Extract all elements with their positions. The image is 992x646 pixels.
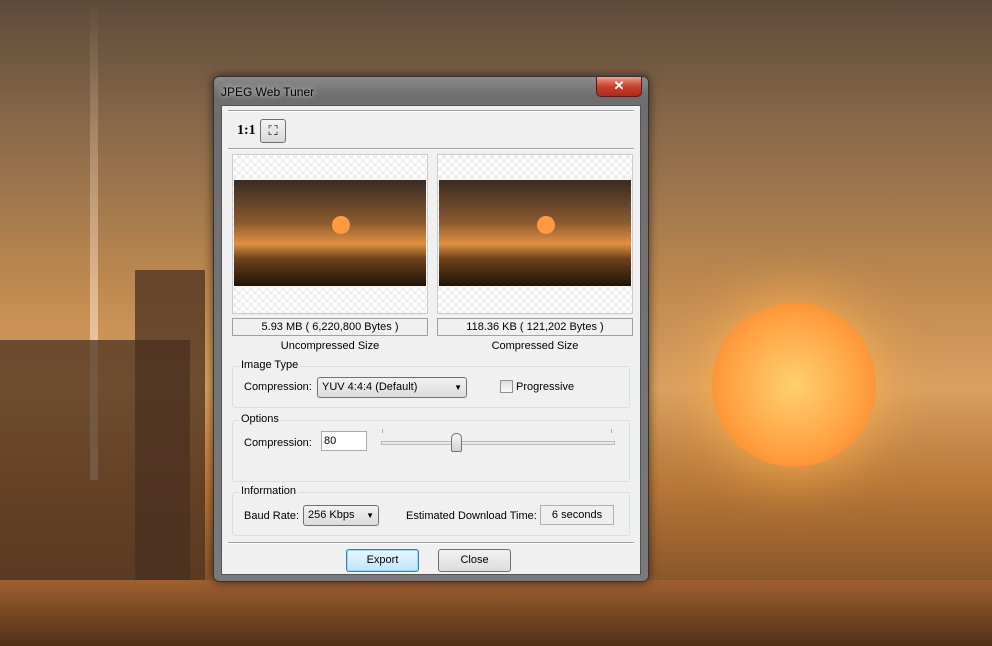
options-group: Options Compression: 80 [232, 413, 630, 482]
image-type-group: Image Type Compression: YUV 4:4:4 (Defau… [232, 359, 630, 408]
jpeg-web-tuner-dialog: JPEG Web Tuner ✕ 1:1 ⛶ 5.93 MB ( 6,220,8… [213, 76, 649, 582]
dropdown-value: 256 Kbps [308, 509, 355, 521]
chroma-subsampling-dropdown[interactable]: YUV 4:4:4 (Default) ▼ [317, 377, 467, 398]
fit-to-window-button[interactable]: ⛶ [260, 119, 286, 143]
divider [228, 110, 634, 112]
uncompressed-preview [232, 154, 428, 314]
export-button[interactable]: Export [346, 549, 419, 572]
download-time-value: 6 seconds [540, 505, 614, 525]
group-label: Information [239, 485, 299, 497]
progressive-checkbox[interactable] [500, 380, 513, 393]
compression-slider-track[interactable] [381, 441, 615, 445]
close-window-button[interactable]: ✕ [596, 77, 642, 97]
progressive-label[interactable]: Progressive [516, 381, 574, 393]
uncompressed-size: 5.93 MB ( 6,220,800 Bytes ) [232, 318, 428, 336]
compression-label: Compression: [244, 381, 312, 393]
close-icon: ✕ [613, 78, 625, 93]
baud-rate-label: Baud Rate: [244, 510, 300, 522]
actual-size-button[interactable]: 1:1 [237, 123, 256, 139]
chevron-down-icon: ▼ [454, 383, 462, 392]
compression-slider-thumb[interactable] [450, 433, 462, 452]
preview-image [439, 180, 631, 286]
baud-rate-dropdown[interactable]: 256 Kbps ▼ [303, 505, 379, 526]
group-label: Options [239, 413, 281, 425]
close-button[interactable]: Close [438, 549, 511, 572]
compressed-preview [437, 154, 633, 314]
compression-quality-input[interactable]: 80 [321, 431, 367, 451]
window-title: JPEG Web Tuner [221, 85, 315, 99]
uncompressed-caption: Uncompressed Size [280, 340, 380, 352]
compressed-size: 118.36 KB ( 121,202 Bytes ) [437, 318, 633, 336]
compression-quality-label: Compression: [244, 437, 312, 449]
download-time-label: Estimated Download Time: [406, 510, 537, 522]
dropdown-value: YUV 4:4:4 (Default) [322, 381, 418, 393]
slider-tick [382, 429, 383, 433]
preview-image [234, 180, 426, 286]
compressed-caption: Compressed Size [491, 340, 579, 352]
group-label: Image Type [239, 359, 301, 371]
fit-to-window-icon: ⛶ [268, 123, 278, 138]
water [0, 580, 992, 646]
dialog-client: 1:1 ⛶ 5.93 MB ( 6,220,800 Bytes ) 118.36… [221, 105, 641, 575]
chevron-down-icon: ▼ [366, 511, 374, 520]
divider [228, 542, 634, 544]
divider [228, 148, 634, 150]
slider-tick [611, 429, 612, 433]
information-group: Information Baud Rate: 256 Kbps ▼ Estimat… [232, 485, 630, 536]
sun [712, 303, 876, 467]
tower [135, 270, 205, 590]
